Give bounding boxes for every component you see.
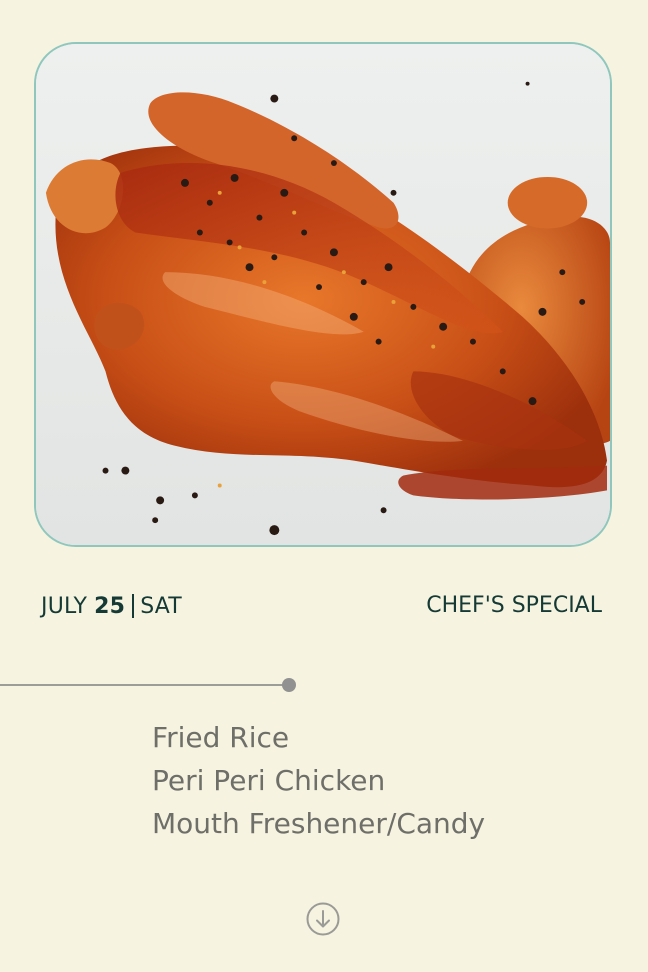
menu-item: Mouth Freshener/Candy bbox=[152, 807, 486, 840]
date-display: JULY 25 SAT bbox=[41, 590, 182, 622]
menu-item: Peri Peri Chicken bbox=[152, 764, 386, 797]
date-month: JULY bbox=[41, 593, 88, 619]
arrow-down-circle-icon bbox=[306, 902, 340, 936]
date-day: 25 bbox=[94, 593, 126, 619]
menu-list: Fried Rice Peri Peri Chicken Mouth Fresh… bbox=[152, 716, 485, 845]
scroll-down-button[interactable] bbox=[306, 902, 340, 936]
menu-item: Fried Rice bbox=[152, 721, 290, 754]
date-weekday: SAT bbox=[140, 593, 182, 619]
chefs-special-label: CHEF'S SPECIAL bbox=[426, 593, 602, 618]
timeline-dot bbox=[282, 678, 296, 692]
chicken-photo-illustration bbox=[36, 44, 610, 545]
timeline-divider bbox=[0, 684, 286, 686]
date-separator bbox=[132, 594, 135, 618]
dish-photo bbox=[34, 42, 612, 547]
